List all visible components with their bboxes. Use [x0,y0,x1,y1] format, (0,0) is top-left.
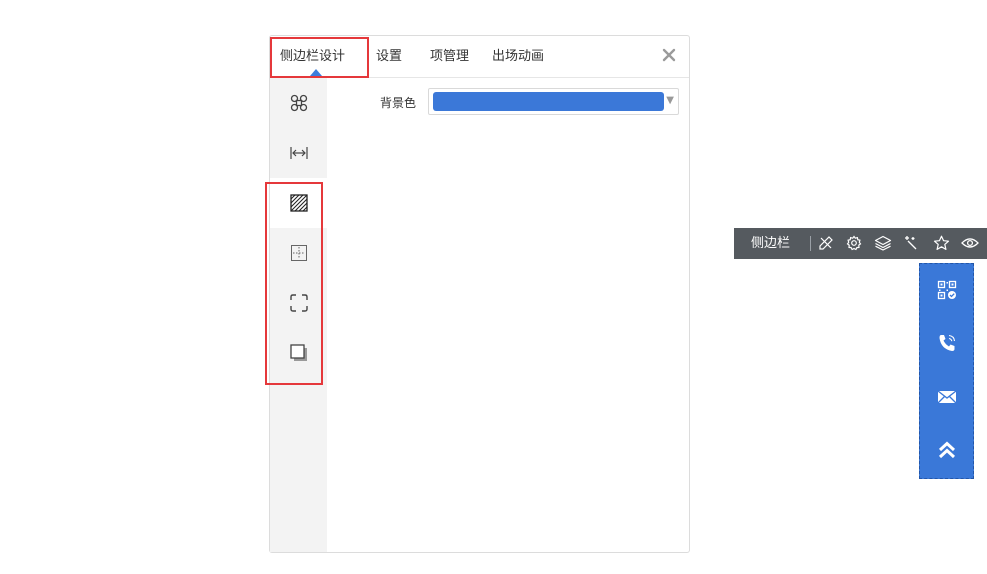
tab-bar: 侧边栏设计 设置 项管理 出场动画 [270,36,689,78]
tab-entrance-animation[interactable]: 出场动画 [492,36,544,78]
magic-wand-icon [905,236,917,250]
rail-item-layout[interactable] [270,78,327,128]
star-icon [933,235,949,250]
rail-item-shadow[interactable] [270,328,327,378]
property-category-rail [270,78,327,552]
settings-button[interactable] [845,234,863,252]
width-arrows-icon [289,147,308,159]
magic-button[interactable] [902,234,920,252]
layers-button[interactable] [874,234,892,252]
padding-icon [290,245,307,261]
tab-settings[interactable]: 设置 [376,36,402,78]
sidebar-item-back-to-top[interactable] [920,424,973,476]
preview-button[interactable] [961,234,979,252]
favorite-button[interactable] [932,234,950,252]
sidebar-settings-panel: 侧边栏设计 设置 项管理 出场动画 背景色 ▼ [269,35,690,553]
border-corners-icon [289,294,308,312]
sidebar-item-phone[interactable] [920,317,973,369]
close-icon [662,48,676,62]
rail-item-background[interactable] [270,178,327,228]
floating-sidebar-preview[interactable] [919,263,974,479]
color-swatch [433,92,664,111]
tab-item-management[interactable]: 项管理 [430,36,469,78]
rail-item-width[interactable] [270,128,327,178]
background-color-select[interactable]: ▼ [428,88,679,115]
eye-icon [961,238,979,248]
design-tool-button[interactable] [817,234,835,252]
qrcode-icon [937,280,956,300]
toolbar-divider [810,236,811,251]
phone-icon [939,334,955,351]
background-pattern-icon [289,194,308,212]
layout-command-icon [290,94,307,112]
rail-item-border[interactable] [270,278,327,328]
layers-icon [874,235,892,251]
active-tab-caret [310,69,322,76]
sidebar-item-qrcode[interactable] [920,264,973,316]
settings-gear-icon [846,235,862,251]
toolbar-title: 侧边栏 [751,236,791,251]
design-tools-icon [819,236,833,250]
sidebar-item-mail[interactable] [920,371,973,423]
rail-item-padding[interactable] [270,228,327,278]
shadow-icon [289,344,307,361]
close-button[interactable] [661,47,677,63]
back-to-top-icon [938,441,955,459]
mail-icon [937,390,956,404]
chevron-down-icon: ▼ [666,95,674,106]
sidebar-floating-toolbar: 侧边栏 [734,228,987,259]
background-color-label: 背景色 [380,96,417,110]
